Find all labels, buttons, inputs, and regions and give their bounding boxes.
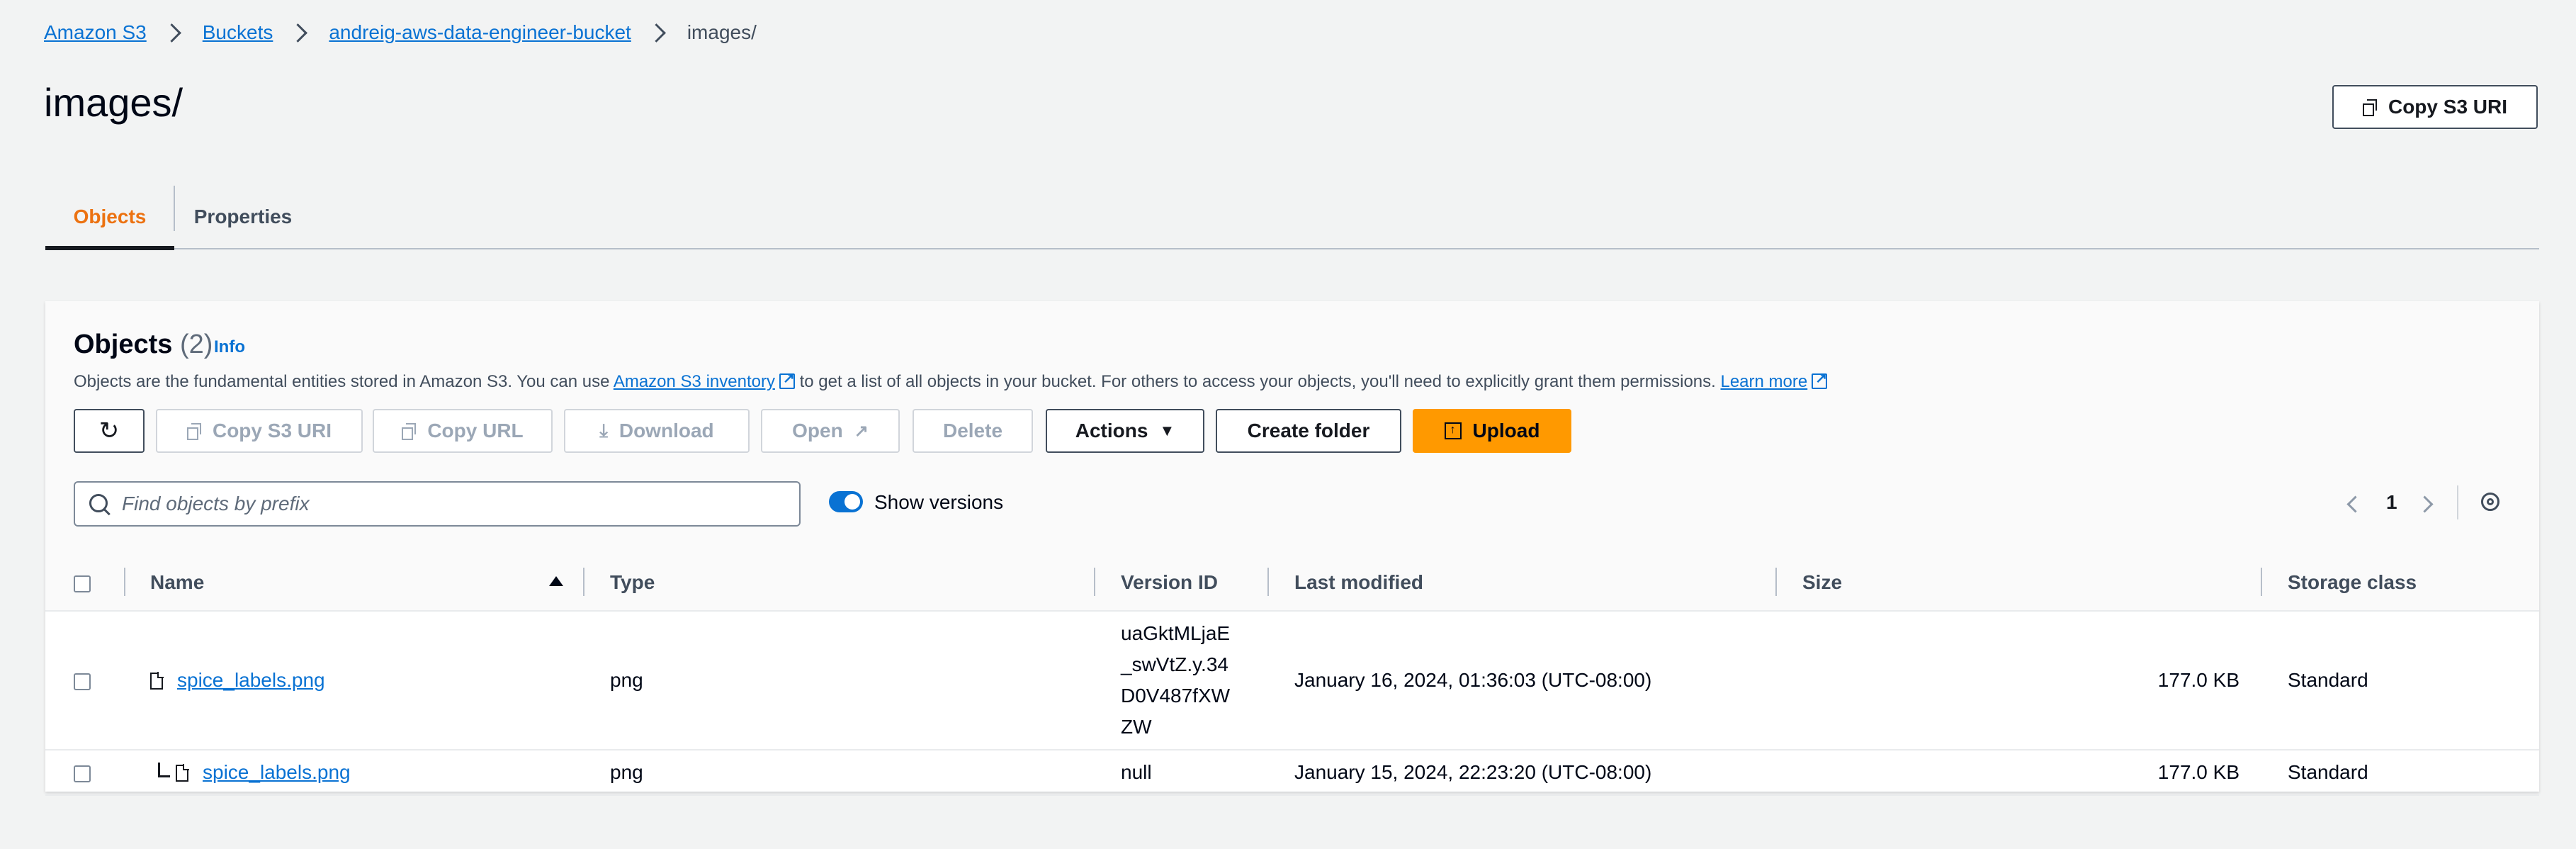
last-modified-cell: January 16, 2024, 01:36:03 (UTC-08:00) [1269,611,1777,750]
download-button[interactable]: ⤓ Download [564,409,750,453]
active-tab-indicator [45,246,174,250]
refresh-icon: ↻ [98,417,120,444]
external-link-icon [1812,369,1828,389]
table-header-row: Name Type Version ID Last modified Size … [45,555,2539,612]
objects-panel-header: Objects (2) Info Objects are the fundame… [45,301,2539,556]
info-link[interactable]: Info [214,337,245,357]
object-name-link[interactable]: spice_labels.png [177,669,325,691]
column-header-type[interactable]: Type [584,555,1095,612]
caret-down-icon: ▼ [1159,422,1175,439]
column-header-size[interactable]: Size [1777,555,2262,612]
chevron-right-icon [288,23,308,43]
next-page-icon[interactable] [2416,495,2434,513]
tab-properties[interactable]: Properties [176,186,310,248]
objects-heading: Objects (2) [74,330,213,359]
actions-dropdown[interactable]: Actions ▼ [1046,409,1204,453]
refresh-button[interactable]: ↻ [74,409,145,453]
name-cell: spice_labels.png [149,750,584,796]
column-divider [124,568,125,596]
copy-icon [402,423,417,440]
size-cell: 177.0 KB [1777,611,2262,750]
row-select-cell [45,611,149,750]
version-id-cell: uaGktMLjaE _swVtZ.y.34 D0V487fXW ZW [1095,611,1269,750]
chevron-right-icon [162,23,181,43]
upload-label: Upload [1472,420,1540,442]
file-icon [150,672,164,690]
chevron-right-icon [646,23,666,43]
version-tree-icon [158,763,170,777]
download-icon: ⤓ [599,420,608,441]
objects-table: Name Type Version ID Last modified Size … [45,555,2539,796]
search-field[interactable] [74,481,801,527]
name-cell: spice_labels.png [149,611,584,750]
storage-class-cell: Standard [2262,611,2539,750]
external-link-icon: ↗ [854,421,869,441]
breadcrumb-current: images/ [687,21,757,43]
copy-s3-uri-label: Copy S3 URI [2388,96,2508,118]
tab-objects[interactable]: Objects [45,186,174,248]
pager-divider [2457,485,2458,519]
copy-icon [2362,99,2377,116]
objects-description: Objects are the fundamental entities sto… [74,369,1828,392]
sort-ascending-icon [549,576,563,586]
objects-count: (2) [179,330,213,359]
tab-bar: Objects Properties [45,186,2539,250]
column-header-storage-class[interactable]: Storage class [2262,555,2539,612]
copy-s3-uri-button-label: Copy S3 URI [212,420,332,442]
download-button-label: Download [618,420,714,442]
actions-label: Actions [1075,420,1148,442]
select-all-cell [45,555,149,612]
tab-divider [174,186,175,231]
learn-more-link[interactable]: Learn more [1720,372,1807,391]
copy-s3-uri-button[interactable]: Copy S3 URI [156,409,363,453]
open-button-label: Open [792,420,843,442]
gear-icon[interactable] [2481,493,2499,511]
storage-class-cell: Standard [2262,750,2539,796]
column-header-last-modified[interactable]: Last modified [1269,555,1777,612]
external-link-icon [779,369,795,389]
objects-panel: Objects (2) Info Objects are the fundame… [45,301,2539,796]
open-button[interactable]: Open ↗ [761,409,900,453]
search-icon [89,494,108,512]
copy-icon [186,423,201,440]
select-all-checkbox[interactable] [74,575,91,592]
search-input[interactable] [120,483,761,525]
row-select-cell [45,750,149,796]
copy-url-button[interactable]: Copy URL [373,409,553,453]
breadcrumb-bucket[interactable]: andreig-aws-data-engineer-bucket [329,21,631,44]
copy-url-button-label: Copy URL [427,420,524,442]
previous-page-icon[interactable] [2346,495,2364,513]
breadcrumb-amazon-s3[interactable]: Amazon S3 [44,21,147,44]
upload-icon: ↑ [1444,422,1462,439]
size-cell: 177.0 KB [1777,750,2262,796]
breadcrumb-buckets[interactable]: Buckets [203,21,273,44]
upload-button[interactable]: ↑ Upload [1413,409,1571,453]
version-id-cell: null [1095,750,1269,796]
copy-s3-uri-header-button[interactable]: Copy S3 URI [2332,85,2538,129]
create-folder-button[interactable]: Create folder [1216,409,1401,453]
delete-button-label: Delete [942,420,1003,442]
table-row: spice_labels.png png uaGktMLjaE _swVtZ.y… [45,611,2539,750]
delete-button[interactable]: Delete [913,409,1033,453]
column-header-version-id[interactable]: Version ID [1095,555,1269,612]
create-folder-label: Create folder [1247,420,1370,442]
file-icon [176,764,189,782]
type-cell: png [584,611,1095,750]
last-modified-cell: January 15, 2024, 22:23:20 (UTC-08:00) [1269,750,1777,796]
show-versions-label: Show versions [874,491,1004,513]
row-checkbox[interactable] [74,673,91,690]
type-cell: png [584,750,1095,796]
s3-inventory-link[interactable]: Amazon S3 inventory [614,372,775,391]
page-title: images/ [44,80,183,125]
object-name-link[interactable]: spice_labels.png [203,761,351,783]
page-number[interactable]: 1 [2386,491,2397,514]
column-header-name[interactable]: Name [149,555,584,612]
breadcrumb: Amazon S3 Buckets andreig-aws-data-engin… [44,18,757,47]
show-versions-toggle[interactable] [829,491,863,512]
table-row: spice_labels.png png null January 15, 20… [45,750,2539,796]
row-checkbox[interactable] [74,765,91,782]
